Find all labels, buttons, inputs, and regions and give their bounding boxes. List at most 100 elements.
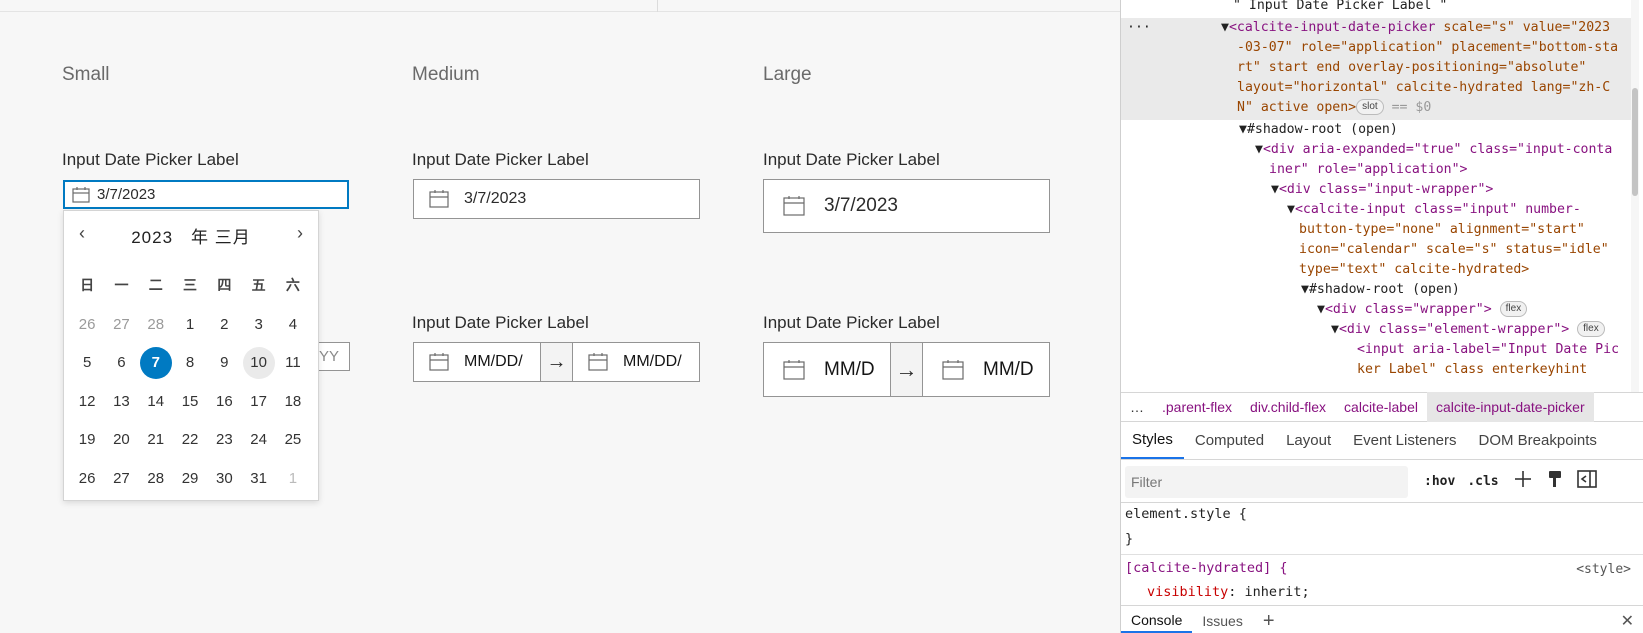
range-start-input[interactable]: MM/D xyxy=(763,342,891,397)
calendar-day[interactable]: 19 xyxy=(70,421,104,460)
calendar-icon xyxy=(764,196,824,216)
dom-node[interactable]: icon="calendar" scale="s" status="idle" xyxy=(1299,240,1609,260)
scrollbar-thumb[interactable] xyxy=(1632,88,1638,196)
rule-selector[interactable]: [calcite-hydrated] { xyxy=(1125,560,1288,576)
text-node[interactable]: " Input Date Picker Label " xyxy=(1233,0,1447,16)
tab-event-listeners[interactable]: Event Listeners xyxy=(1342,422,1467,459)
range-end-input[interactable]: MM/DD/ xyxy=(572,342,700,382)
calendar-day-number: 20 xyxy=(113,431,130,449)
calendar-day[interactable]: 28 xyxy=(139,305,173,344)
elements-tree: " Input Date Picker Label " ··· ▼<calcit… xyxy=(1121,0,1639,392)
dom-node[interactable]: ▼<div class="wrapper"> flex xyxy=(1317,300,1528,320)
dom-node[interactable]: iner" role="application"> xyxy=(1269,160,1468,180)
dom-node[interactable]: ker Label" class enterkeyhint xyxy=(1357,360,1587,380)
calendar-day[interactable]: 29 xyxy=(173,459,207,498)
calendar-day[interactable]: 6 xyxy=(104,344,138,383)
calendar-day-number: 14 xyxy=(147,392,165,410)
selected-node-line[interactable]: -03-07" role="application" placement="bo… xyxy=(1237,38,1618,58)
dom-node[interactable]: ▼<calcite-input class="input" number- xyxy=(1287,200,1581,220)
selected-node-line[interactable]: N" active open> slot == $0 xyxy=(1237,98,1431,118)
calendar-day[interactable]: 30 xyxy=(207,459,241,498)
tab-console[interactable]: Console xyxy=(1121,609,1193,633)
breadcrumb-item[interactable]: calcite-label xyxy=(1335,399,1427,415)
dom-node[interactable]: ▼<div class="input-wrapper"> xyxy=(1271,180,1493,200)
rule-origin-link[interactable]: <style> xyxy=(1576,562,1631,577)
new-rule-plus-icon[interactable] xyxy=(1513,469,1533,494)
calendar-day[interactable]: 2 xyxy=(207,305,241,344)
cls-button[interactable]: .cls xyxy=(1467,474,1498,489)
calendar-day[interactable]: 13 xyxy=(104,382,138,421)
calendar-day[interactable]: 21 xyxy=(139,421,173,460)
calendar-day[interactable]: 15 xyxy=(173,382,207,421)
calendar-day[interactable]: 8 xyxy=(173,344,207,383)
calendar-day[interactable]: 3 xyxy=(241,305,275,344)
close-icon[interactable]: ✕ xyxy=(1611,609,1643,633)
date-input-medium[interactable]: 3/7/2023 xyxy=(413,179,700,219)
rule-element-style[interactable]: element.style { xyxy=(1125,506,1247,522)
dom-node[interactable]: <input aria-label="Input Date Pic xyxy=(1357,340,1619,360)
calendar-day[interactable]: 27 xyxy=(104,459,138,498)
month-year-label[interactable]: 2023 年 三月 xyxy=(64,223,318,248)
calendar-day[interactable]: 24 xyxy=(241,421,275,460)
range-end-input[interactable]: MM/D xyxy=(922,342,1050,397)
calendar-day[interactable]: 12 xyxy=(70,382,104,421)
calendar-day-number: 3 xyxy=(254,315,263,333)
dom-node[interactable]: button-type="none" alignment="start" xyxy=(1299,220,1585,240)
calendar-day[interactable]: 4 xyxy=(276,305,310,344)
date-input-small[interactable]: 3/7/2023 xyxy=(63,180,349,209)
breadcrumb-item-active[interactable]: calcite-input-date-picker xyxy=(1426,392,1594,422)
tab-dom-breakpoints[interactable]: DOM Breakpoints xyxy=(1468,422,1608,459)
calendar-day[interactable]: 10 xyxy=(241,344,275,383)
calendar-day[interactable]: 31 xyxy=(241,459,275,498)
calendar-day[interactable]: 20 xyxy=(104,421,138,460)
flex-badge[interactable]: flex xyxy=(1499,301,1528,317)
calendar-day[interactable]: 27 xyxy=(104,305,138,344)
calendar-day[interactable]: 11 xyxy=(276,344,310,383)
calendar-day[interactable]: 14 xyxy=(139,382,173,421)
toggle-sidebar-icon[interactable] xyxy=(1576,470,1597,493)
hov-button[interactable]: :hov xyxy=(1424,474,1455,489)
tab-layout[interactable]: Layout xyxy=(1275,422,1342,459)
dom-node[interactable]: ▼<div aria-expanded="true" class="input-… xyxy=(1255,140,1612,160)
next-month-button[interactable]: › xyxy=(288,221,312,245)
calendar-day[interactable]: 1 xyxy=(173,305,207,344)
slot-badge[interactable]: slot xyxy=(1356,99,1384,115)
shadow-root-node[interactable]: ▼#shadow-root (open) xyxy=(1239,120,1398,140)
tab-computed[interactable]: Computed xyxy=(1184,422,1275,459)
selected-node-line[interactable]: ▼<calcite-input-date-picker scale="s" va… xyxy=(1221,18,1610,38)
add-tab-plus-icon[interactable]: + xyxy=(1253,609,1285,633)
calendar-day[interactable]: 22 xyxy=(173,421,207,460)
shadow-root-node[interactable]: ▼#shadow-root (open) xyxy=(1301,280,1460,300)
calendar-day[interactable]: 9 xyxy=(207,344,241,383)
breadcrumb-item[interactable]: div.child-flex xyxy=(1241,399,1335,415)
calendar-day[interactable]: 16 xyxy=(207,382,241,421)
elements-scrollbar[interactable] xyxy=(1631,0,1639,392)
node-menu-dots[interactable]: ··· xyxy=(1127,18,1151,38)
calendar-day[interactable]: 7 xyxy=(139,344,173,383)
weekday-label: 三 xyxy=(183,277,198,293)
selected-node-line[interactable]: layout="horizontal" calcite-hydrated lan… xyxy=(1237,78,1610,98)
css-declaration[interactable]: visibility: inherit; xyxy=(1147,584,1310,600)
dom-node[interactable]: type="text" calcite-hydrated> xyxy=(1299,260,1529,280)
paint-icon[interactable] xyxy=(1547,470,1563,493)
calendar-day[interactable]: 1 xyxy=(276,459,310,498)
calendar-day[interactable]: 25 xyxy=(276,421,310,460)
date-input-large[interactable]: 3/7/2023 xyxy=(763,179,1050,233)
tab-issues[interactable]: Issues xyxy=(1192,609,1252,633)
range-start-input[interactable]: MM/DD/ xyxy=(413,342,541,382)
dom-node[interactable]: ▼<div class="element-wrapper"> flex xyxy=(1331,320,1605,340)
calendar-day-number: 25 xyxy=(284,431,302,449)
calendar-day[interactable]: 18 xyxy=(276,382,310,421)
calendar-day[interactable]: 28 xyxy=(139,459,173,498)
calendar-day[interactable]: 23 xyxy=(207,421,241,460)
calendar-day[interactable]: 26 xyxy=(70,459,104,498)
breadcrumb-item[interactable]: .parent-flex xyxy=(1153,399,1241,415)
calendar-day[interactable]: 5 xyxy=(70,344,104,383)
selected-node-line[interactable]: rt" start end overlay-positioning="absol… xyxy=(1237,58,1586,78)
filter-input[interactable]: Filter xyxy=(1125,465,1408,498)
flex-badge[interactable]: flex xyxy=(1577,321,1605,337)
calendar-day[interactable]: 26 xyxy=(70,305,104,344)
breadcrumb-more[interactable]: … xyxy=(1121,399,1153,415)
calendar-day[interactable]: 17 xyxy=(241,382,275,421)
tab-styles[interactable]: Styles xyxy=(1121,422,1184,459)
